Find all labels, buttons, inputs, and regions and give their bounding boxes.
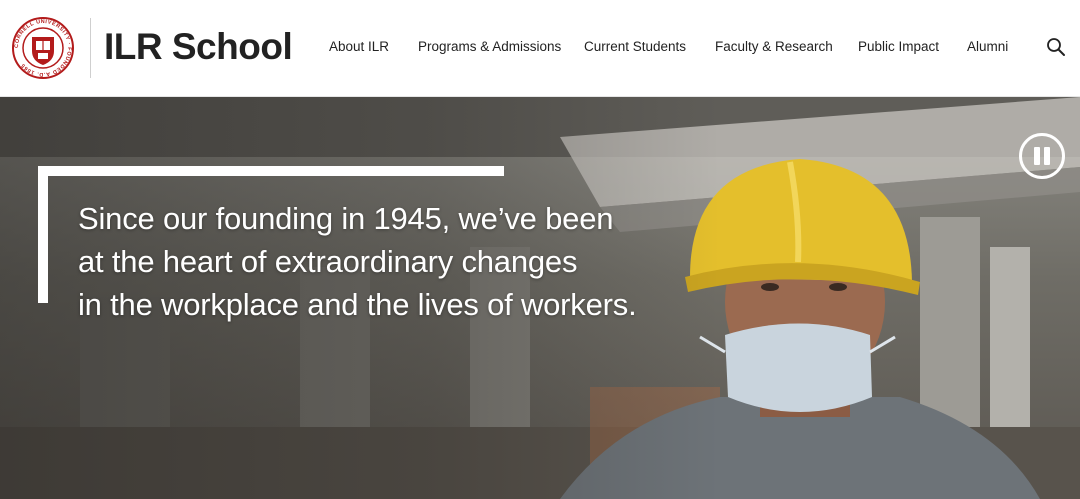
nav-programs-admissions[interactable]: Programs & Admissions	[418, 39, 561, 59]
pause-icon-bar	[1044, 147, 1050, 165]
search-button[interactable]	[1046, 37, 1066, 57]
nav-faculty-research[interactable]: Faculty & Research	[715, 39, 833, 59]
nav-current-students[interactable]: Current Students	[584, 39, 686, 59]
hero-quote-line: in the workplace and the lives of worker…	[78, 287, 637, 322]
hero-quote-line: at the heart of extraordinary changes	[78, 244, 578, 279]
site-title[interactable]: ILR School	[104, 24, 293, 70]
site-header: CORNELL UNIVERSITY · FOUNDED A.D. 1865 I…	[0, 0, 1080, 97]
pause-video-button[interactable]	[1019, 133, 1065, 179]
quote-bracket-left	[38, 166, 48, 303]
logo-divider	[90, 18, 91, 78]
nav-about-ilr[interactable]: About ILR	[329, 39, 389, 59]
hero-quote: Since our founding in 1945, we’ve been a…	[78, 197, 738, 326]
quote-bracket-top	[38, 166, 504, 176]
nav-public-impact[interactable]: Public Impact	[858, 39, 939, 59]
search-icon	[1047, 38, 1065, 56]
pause-icon	[1034, 147, 1040, 165]
hero-video: Since our founding in 1945, we’ve been a…	[0, 97, 1080, 499]
cornell-seal-logo[interactable]: CORNELL UNIVERSITY · FOUNDED A.D. 1865	[12, 17, 74, 79]
nav-alumni[interactable]: Alumni	[967, 39, 1008, 59]
hero-quote-line: Since our founding in 1945, we’ve been	[78, 201, 614, 236]
seal-graphic: CORNELL UNIVERSITY · FOUNDED A.D. 1865	[12, 17, 74, 79]
